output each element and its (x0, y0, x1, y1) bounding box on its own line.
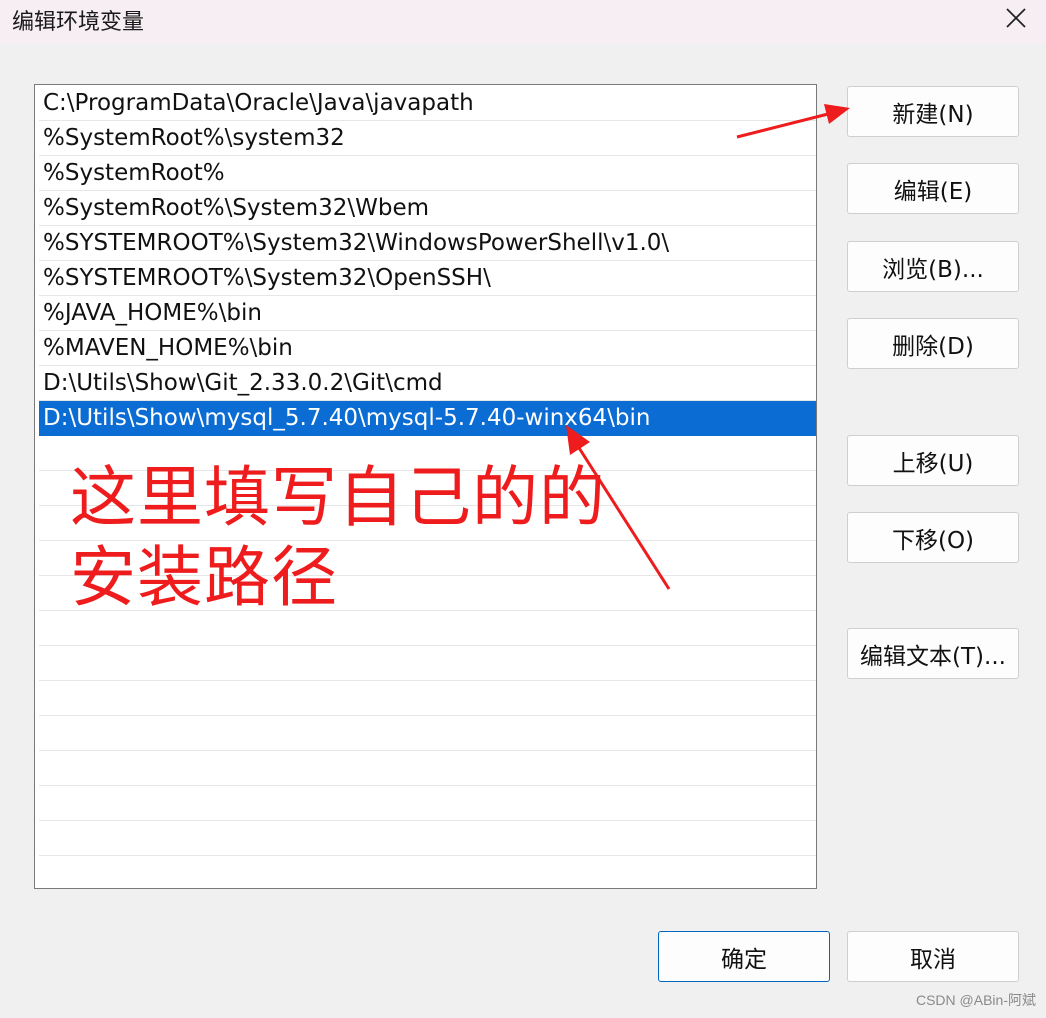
close-button[interactable] (990, 0, 1042, 36)
list-item[interactable]: %JAVA_HOME%\bin (39, 296, 816, 331)
move-up-button[interactable]: 上移(U) (847, 435, 1019, 486)
move-down-button[interactable]: 下移(O) (847, 512, 1019, 563)
list-item[interactable]: %SYSTEMROOT%\System32\OpenSSH\ (39, 261, 816, 296)
list-item[interactable]: %SystemRoot%\System32\Wbem (39, 191, 816, 226)
list-item[interactable]: C:\ProgramData\Oracle\Java\javapath (39, 86, 816, 121)
empty-row[interactable] (39, 646, 816, 681)
delete-button[interactable]: 删除(D) (847, 318, 1019, 369)
empty-row[interactable] (39, 681, 816, 716)
edit-text-button[interactable]: 编辑文本(T)... (847, 628, 1019, 679)
edit-button[interactable]: 编辑(E) (847, 163, 1019, 214)
list-item[interactable]: %SYSTEMROOT%\System32\WindowsPowerShell\… (39, 226, 816, 261)
list-item[interactable]: %SystemRoot%\system32 (39, 121, 816, 156)
empty-row[interactable] (39, 821, 816, 856)
empty-row[interactable] (39, 751, 816, 786)
list-item[interactable]: %MAVEN_HOME%\bin (39, 331, 816, 366)
empty-row[interactable] (39, 716, 816, 751)
title-bar: 编辑环境变量 (0, 0, 1046, 44)
list-item[interactable]: D:\Utils\Show\Git_2.33.0.2\Git\cmd (39, 366, 816, 401)
list-item[interactable]: %SystemRoot% (39, 156, 816, 191)
empty-row[interactable] (39, 786, 816, 821)
browse-button[interactable]: 浏览(B)... (847, 241, 1019, 292)
annotation-text: 这里填写自己的的安装路径 (70, 459, 606, 616)
ok-button[interactable]: 确定 (658, 931, 830, 982)
cancel-button[interactable]: 取消 (847, 931, 1019, 982)
window-title: 编辑环境变量 (12, 10, 145, 35)
empty-row[interactable] (39, 856, 816, 888)
list-item-selected[interactable]: D:\Utils\Show\mysql_5.7.40\mysql-5.7.40-… (39, 401, 816, 436)
new-button[interactable]: 新建(N) (847, 86, 1019, 137)
close-icon (1006, 8, 1026, 28)
watermark: CSDN @ABin-阿斌 (915, 992, 1036, 1008)
